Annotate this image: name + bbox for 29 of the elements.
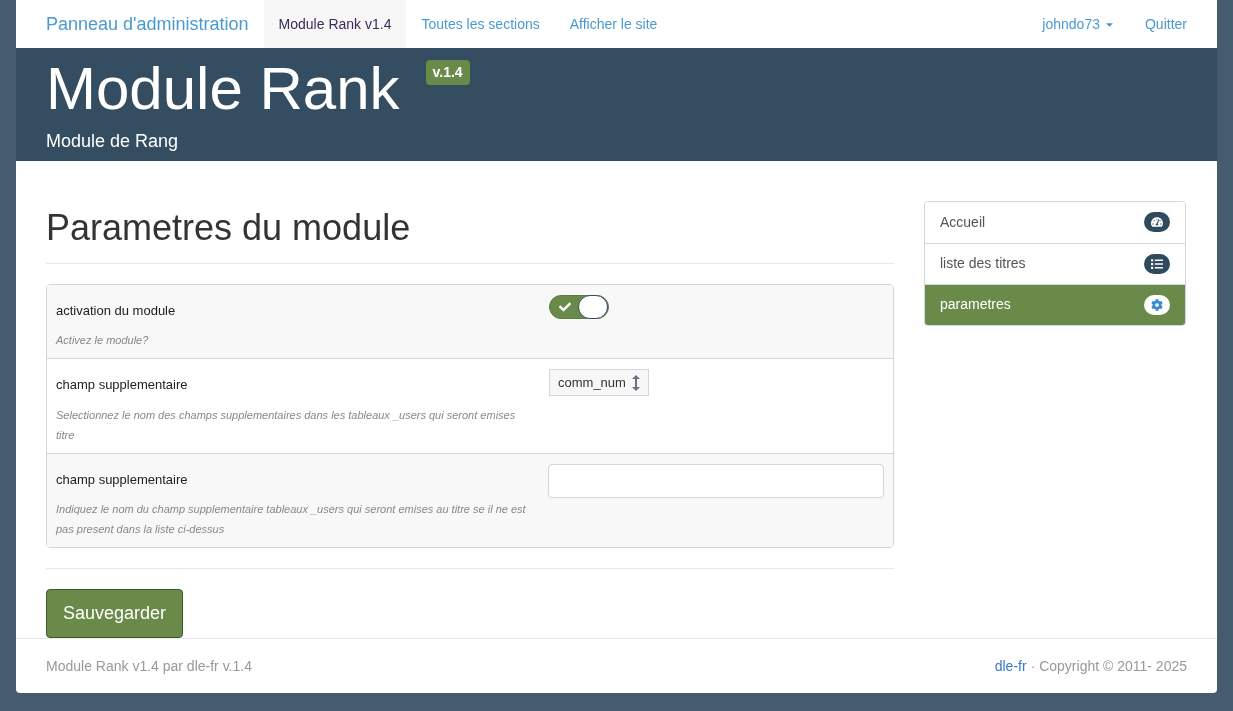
toggle-switch[interactable] [549,294,609,319]
nav-link[interactable]: Module Rank v1.4 [263,0,407,48]
nav-link[interactable]: Toutes les sections [406,0,555,48]
version-badge: v.1.4 [425,60,470,85]
logout-link[interactable]: Quitter [1130,13,1187,35]
setting-label: champ supplementaire [56,470,189,489]
up-down-arrow-icon [632,374,640,391]
settings-icon [1144,294,1170,315]
setting-hint: Selectionnez le nom des champs supplementaires dans les tableaux _users qui seront emises titre [56,407,517,443]
check-icon [559,300,571,313]
nav-link[interactable]: Afficher le site [554,0,673,48]
save-button[interactable]: Sauvegarder [46,589,184,639]
setting-label: champ supplementaire [56,376,189,395]
input-field[interactable] [547,463,884,498]
list-icon [1144,253,1170,274]
setting-hint: Activez le module? [56,333,150,349]
gauge-icon [1144,212,1170,233]
brand-link[interactable]: Panneau d'administration [46,10,249,38]
copyright-text: · Copyright © 2011- 2025 [1030,656,1187,676]
page-title: Parametres du module [46,200,894,264]
header-title: Module Rank [46,56,400,122]
header-subtitle: Module de Rang [46,130,180,153]
setting-hint: Indiquez le nom du champ supplementaire tableaux _users qui seront emises au titre se il ne est pas present dans la liste ci-dessus [56,502,527,538]
sidebar-item[interactable]: parametres [925,283,1185,325]
footer-link[interactable]: dle-fr [994,655,1027,677]
footer-text: Module Rank v1.4 par dle-fr v.1.4 [46,656,252,676]
select-field[interactable]: comm_num [549,369,649,397]
setting-label: activation du module [56,301,177,320]
user-menu[interactable]: johndo73 [1027,13,1130,35]
